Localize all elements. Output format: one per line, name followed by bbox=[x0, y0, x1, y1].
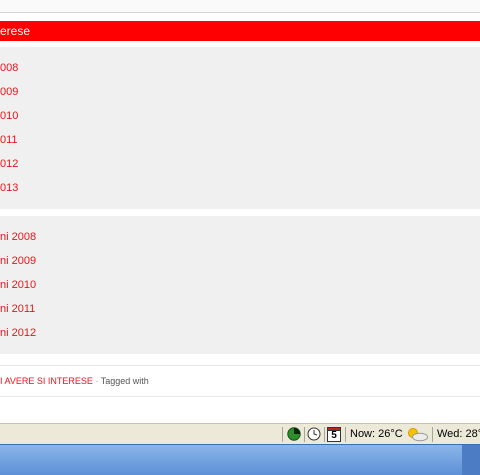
status-divider bbox=[345, 427, 346, 442]
section-header-label: erese bbox=[0, 24, 31, 38]
top-edge bbox=[0, 0, 480, 13]
taskbar-edge bbox=[462, 445, 480, 475]
partly-cloudy-icon bbox=[405, 427, 429, 442]
archive-link[interactable]: ni 2009 bbox=[0, 254, 36, 268]
calendar-day: 5 bbox=[331, 430, 337, 441]
archive-link[interactable]: 012 bbox=[0, 157, 18, 171]
archive-link[interactable]: 008 bbox=[0, 61, 18, 75]
status-divider bbox=[304, 427, 305, 442]
archive-link[interactable]: 009 bbox=[0, 85, 18, 99]
section-header: erese bbox=[0, 21, 480, 41]
weather-now[interactable]: Now: 26°C bbox=[350, 427, 403, 442]
meta-separator: · bbox=[95, 376, 99, 386]
globe-icon[interactable] bbox=[287, 427, 301, 442]
weather-wed[interactable]: Wed: 28° bbox=[437, 427, 480, 442]
taskbar bbox=[0, 444, 480, 475]
status-divider bbox=[432, 427, 433, 442]
archive-years-panel: 008 009 010 011 012 013 bbox=[0, 47, 480, 209]
archive-link[interactable]: ni 2011 bbox=[0, 302, 35, 316]
status-divider bbox=[282, 427, 283, 442]
archive-link[interactable]: 010 bbox=[0, 109, 18, 123]
archive-link[interactable]: ni 2010 bbox=[0, 278, 36, 292]
status-divider bbox=[324, 427, 325, 442]
archive-link[interactable]: ni 2008 bbox=[0, 230, 36, 244]
archive-link[interactable]: ni 2012 bbox=[0, 326, 36, 340]
archive-link[interactable]: 013 bbox=[0, 181, 18, 195]
archive-ani-panel: ni 2008 ni 2009 ni 2010 ni 2011 ni 2012 bbox=[0, 216, 480, 354]
category-link[interactable]: I AVERE SI INTERESE bbox=[0, 376, 93, 386]
clock-icon[interactable] bbox=[307, 427, 321, 442]
archive-link[interactable]: 011 bbox=[0, 133, 18, 147]
calendar-icon[interactable]: 5 bbox=[327, 427, 341, 442]
post-meta: I AVERE SI INTERESE · Tagged with bbox=[0, 365, 480, 397]
status-bar: 5 Now: 26°C Wed: 28° bbox=[0, 423, 480, 445]
tagged-label: Tagged with bbox=[100, 376, 149, 386]
page-frame: erese 008 009 010 011 012 013 ni 2008 ni… bbox=[0, 0, 480, 410]
post-meta-text: I AVERE SI INTERESE · Tagged with bbox=[0, 375, 149, 387]
